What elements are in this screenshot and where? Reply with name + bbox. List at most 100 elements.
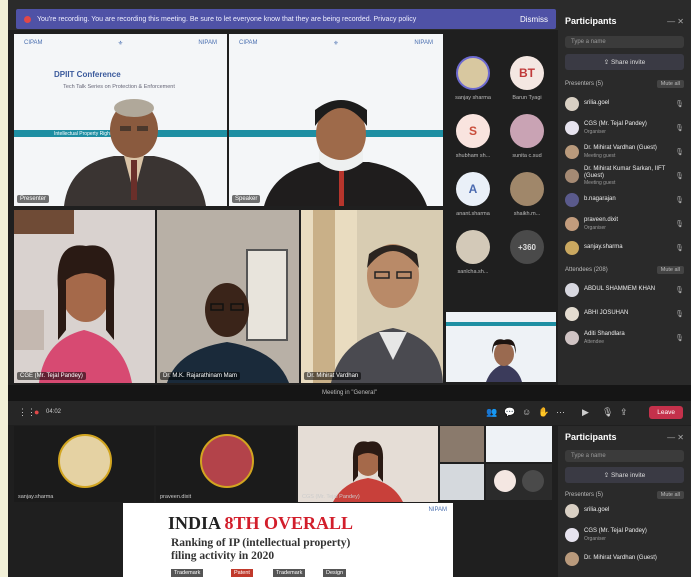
recording-icon	[24, 15, 31, 23]
participant-row[interactable]: Dr. Mihirat Vardhan (Guest)	[565, 547, 684, 571]
avatar-label: shubham sh...	[455, 153, 491, 159]
record-icon: ●	[34, 407, 40, 417]
avatar[interactable]: BT	[510, 56, 544, 90]
avatar-label: sanlcha.sh...	[457, 269, 489, 275]
minimize-icon[interactable]: —	[667, 433, 675, 442]
raise-hand-icon[interactable]: ✋	[538, 407, 549, 418]
video-tile-mihirat[interactable]: Dr. Mihirat Vardhan	[301, 210, 443, 383]
more-options-icon[interactable]: ⋯	[556, 407, 565, 418]
video-tile-rajarathinam[interactable]: Dr. M.K. Rajarathinam Mam	[157, 210, 299, 383]
participant-name: praveen.dixit	[584, 217, 619, 224]
lower-small-tile[interactable]	[486, 426, 552, 462]
participant-row[interactable]: sanjay.sharma 🎙	[565, 236, 684, 260]
slide-tag: Trademark	[171, 569, 204, 577]
lower-small-tile[interactable]	[440, 426, 484, 462]
presenters-section-header[interactable]: Presenters (5) Mute all	[565, 491, 684, 499]
participant-name: CGS (Mr. Tejal Pandey)	[584, 121, 647, 128]
avatar	[565, 504, 579, 518]
participant-row[interactable]: Dr. Mihirat Kumar Sarkan, IIFT (Guest) Me…	[565, 164, 684, 188]
reactions-icon[interactable]: ☺	[522, 407, 531, 417]
avatar[interactable]	[510, 114, 544, 148]
participant-row[interactable]: b.nagarajan 🎙	[565, 188, 684, 212]
mic-icon: 🎙	[675, 335, 684, 342]
slide-tag: Patent	[231, 569, 253, 577]
avatar[interactable]	[456, 56, 490, 90]
participant-video-4	[167, 249, 289, 383]
close-icon[interactable]: ✕	[677, 433, 684, 442]
participant-row[interactable]: srilia.goel 🎙	[565, 92, 684, 116]
slide-subtitle: Ranking of IP (intellectual property) fi…	[171, 537, 351, 563]
lower-small-tile[interactable]	[486, 464, 552, 500]
share-invite-button[interactable]: ⇪ Share invite	[565, 467, 684, 483]
participant-row[interactable]: ABHI JOSUHAN 🎙	[565, 302, 684, 326]
avatar[interactable]	[510, 172, 544, 206]
avatar	[522, 470, 544, 492]
mute-all-button[interactable]: Mute all	[656, 80, 684, 88]
participant-video-7	[333, 441, 403, 502]
presenters-section-header[interactable]: Presenters (5) Mute all	[565, 80, 684, 88]
video-tile-speaker[interactable]: CIPAM ⚜ NIPAM Speaker	[229, 34, 443, 206]
lower-avatar-tile[interactable]: praveen.dixit	[156, 426, 296, 502]
lower-video-tile[interactable]: CGS (Mr. Tejal Pandey)	[298, 426, 438, 502]
panel-title: Participants	[565, 16, 617, 26]
minimize-icon[interactable]: —	[667, 17, 675, 26]
avatar	[565, 145, 579, 159]
avatar	[565, 121, 579, 135]
participant-video-2	[264, 100, 427, 206]
avatar	[494, 470, 516, 492]
avatar	[58, 434, 112, 488]
mic-icon: 🎙	[675, 311, 684, 318]
video-tile-cge[interactable]: CGE (Mr. Tejal Pandey)	[14, 210, 155, 383]
participant-name: ABDUL SHAMMEM KHAN	[584, 286, 656, 293]
camera-icon[interactable]: ▶	[582, 407, 589, 418]
mute-all-button[interactable]: Mute all	[656, 266, 684, 274]
participant-row[interactable]: CGS (Mr. Tejal Pandey) Organiser	[565, 523, 684, 547]
participant-video-3	[14, 210, 132, 383]
tile-name: sanjay.sharma	[18, 494, 54, 500]
avatar[interactable]: S	[456, 114, 490, 148]
dismiss-button[interactable]: Dismiss	[520, 15, 548, 24]
mic-icon[interactable]: 🎙	[602, 407, 613, 418]
participant-row[interactable]: CGS (Mr. Tejal Pandey) Organiser 🎙	[565, 116, 684, 140]
participant-search-input[interactable]: Type a name	[565, 36, 684, 48]
close-icon[interactable]: ✕	[677, 17, 684, 26]
attendees-section-header[interactable]: Attendees (208) Mute all	[565, 266, 684, 274]
participant-search-input[interactable]: Type a name	[565, 450, 684, 462]
attendees-header: Attendees (208)	[565, 267, 608, 273]
participant-row[interactable]: Aditi Shandlara Attendee 🎙	[565, 326, 684, 350]
participants-panel-lower: Participants — ✕ Type a name ⇪ Share inv…	[558, 426, 691, 577]
lower-avatar-tile[interactable]: sanjay.sharma	[14, 426, 154, 502]
avatar[interactable]	[456, 230, 490, 264]
chat-icon[interactable]: 💬	[504, 407, 515, 418]
participant-row[interactable]: srilia.goel	[565, 499, 684, 523]
leave-button[interactable]: Leave	[649, 406, 683, 419]
slide-heading: DPIIT Conference	[54, 70, 121, 79]
shared-slide: NIPAM INDIA 8TH OVERALL Ranking of IP (i…	[123, 503, 453, 577]
participants-icon[interactable]: 👥	[486, 407, 497, 418]
share-invite-button[interactable]: ⇪ Share invite	[565, 54, 684, 70]
tile-name: Presenter	[17, 195, 50, 203]
participants-panel: Participants — ✕ Type a name ⇪ Share inv…	[558, 10, 691, 385]
slide-subtitle: Tech Talk Series on Protection & Enforce…	[63, 84, 175, 90]
participant-row[interactable]: ABDUL SHAMMEM KHAN 🎙	[565, 278, 684, 302]
attendees-list: ABDUL SHAMMEM KHAN 🎙 ABHI JOSUHAN 🎙 Aditi …	[565, 278, 684, 350]
more-participants-button[interactable]: +360	[510, 230, 544, 264]
slide-title-black: INDIA	[168, 513, 225, 533]
tile-name: CGS (Mr. Tejal Pandey)	[302, 494, 360, 500]
avatar[interactable]: A	[456, 172, 490, 206]
share-invite-label: Share invite	[610, 59, 646, 66]
participant-role: Meeting guest	[584, 152, 616, 159]
video-tile-presenter[interactable]: CIPAM ⚜ NIPAM DPIIT Conference Tech Talk S…	[14, 34, 227, 206]
lower-small-tile[interactable]	[440, 464, 484, 500]
mute-all-button[interactable]: Mute all	[656, 491, 684, 499]
avatar	[565, 331, 579, 345]
avatar	[565, 283, 579, 297]
avatar-label: shaikh.m...	[513, 211, 541, 217]
self-view-tile[interactable]	[446, 312, 556, 382]
slide-title: INDIA 8TH OVERALL	[168, 513, 353, 534]
avatar	[565, 307, 579, 321]
participant-row[interactable]: praveen.dixit Organiser 🎙	[565, 212, 684, 236]
share-screen-icon[interactable]: ⇪	[620, 407, 628, 418]
participant-row[interactable]: Dr. Mihirat Vardhan (Guest) Meeting guest…	[565, 140, 684, 164]
presenters-list: srilia.goel 🎙 CGS (Mr. Tejal Pandey) Organ…	[565, 92, 684, 260]
